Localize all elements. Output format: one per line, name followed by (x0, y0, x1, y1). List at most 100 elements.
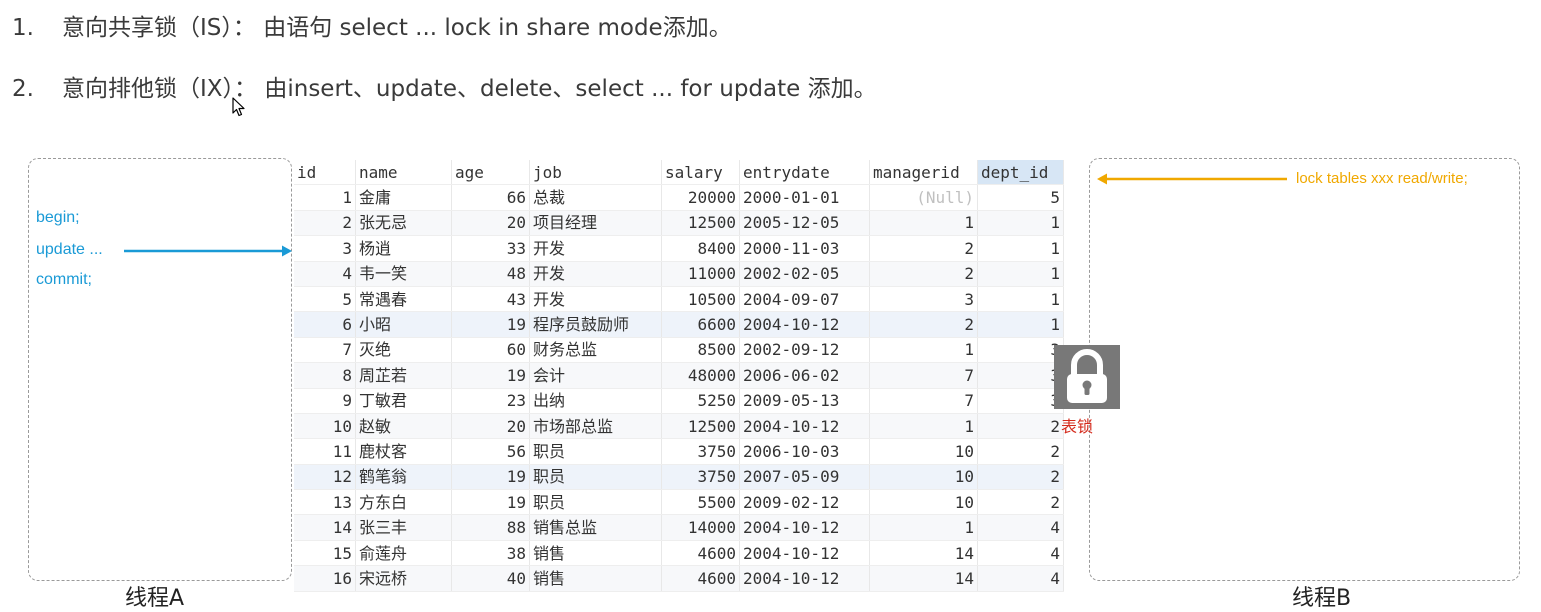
cell-id[interactable]: 12 (294, 464, 356, 491)
cell-age[interactable]: 20 (451, 210, 530, 237)
cell-dept-id[interactable]: 1 (977, 286, 1064, 313)
cell-age[interactable]: 19 (451, 464, 530, 491)
cell-entrydate[interactable]: 2004-10-12 (739, 514, 870, 541)
cell-entrydate[interactable]: 2004-09-07 (739, 286, 870, 313)
cell-managerid[interactable]: 1 (869, 210, 978, 237)
cell-entrydate[interactable]: 2005-12-05 (739, 210, 870, 237)
cell-entrydate[interactable]: 2004-10-12 (739, 565, 870, 592)
column-header-job[interactable]: job (529, 160, 662, 186)
cell-id[interactable]: 9 (294, 388, 356, 414)
cell-id[interactable]: 6 (294, 311, 356, 338)
cell-dept-id[interactable]: 4 (977, 565, 1064, 592)
cell-salary[interactable]: 20000 (661, 184, 740, 211)
cell-entrydate[interactable]: 2006-10-03 (739, 438, 870, 465)
cell-dept-id[interactable]: 3 (977, 388, 1064, 414)
cell-salary[interactable]: 8400 (661, 235, 740, 262)
cell-job[interactable]: 出纳 (529, 388, 662, 414)
cell-age[interactable]: 19 (451, 311, 530, 338)
cell-name[interactable]: 周芷若 (355, 362, 452, 389)
cell-entrydate[interactable]: 2009-02-12 (739, 489, 870, 516)
cell-age[interactable]: 19 (451, 362, 530, 389)
cell-name[interactable]: 张三丰 (355, 514, 452, 541)
cell-managerid[interactable]: (Null) (869, 184, 978, 211)
cell-age[interactable]: 19 (451, 489, 530, 516)
cell-age[interactable]: 48 (451, 261, 530, 287)
table-row[interactable]: 12 鹤笔翁 19 职员 3750 2007-05-09 10 2 (294, 464, 1064, 491)
cell-name[interactable]: 俞莲舟 (355, 540, 452, 567)
table-row[interactable]: 6 小昭 19 程序员鼓励师 6600 2004-10-12 2 1 (294, 311, 1064, 338)
cell-entrydate[interactable]: 2006-06-02 (739, 362, 870, 389)
cell-salary[interactable]: 10500 (661, 286, 740, 313)
cell-dept-id[interactable]: 1 (977, 261, 1064, 287)
cell-age[interactable]: 43 (451, 286, 530, 313)
cell-managerid[interactable]: 3 (869, 286, 978, 313)
cell-salary[interactable]: 6600 (661, 311, 740, 338)
cell-job[interactable]: 职员 (529, 464, 662, 491)
cell-managerid[interactable]: 1 (869, 337, 978, 364)
cell-managerid[interactable]: 14 (869, 565, 978, 592)
cell-dept-id[interactable]: 1 (977, 311, 1064, 338)
cell-age[interactable]: 23 (451, 388, 530, 414)
column-header-name[interactable]: name (355, 160, 452, 186)
cell-job[interactable]: 会计 (529, 362, 662, 389)
cell-entrydate[interactable]: 2004-10-12 (739, 540, 870, 567)
cell-dept-id[interactable]: 4 (977, 540, 1064, 567)
cell-salary[interactable]: 4600 (661, 540, 740, 567)
column-header-dept-id[interactable]: dept_id (977, 160, 1064, 186)
table-row[interactable]: 14 张三丰 88 销售总监 14000 2004-10-12 1 4 (294, 514, 1064, 541)
cell-salary[interactable]: 3750 (661, 464, 740, 491)
cell-id[interactable]: 10 (294, 413, 356, 440)
cell-managerid[interactable]: 1 (869, 514, 978, 541)
cell-entrydate[interactable]: 2002-09-12 (739, 337, 870, 364)
cell-job[interactable]: 职员 (529, 489, 662, 516)
cell-managerid[interactable]: 10 (869, 464, 978, 491)
table-row[interactable]: 2 张无忌 20 项目经理 12500 2005-12-05 1 1 (294, 210, 1064, 237)
cell-job[interactable]: 项目经理 (529, 210, 662, 237)
cell-entrydate[interactable]: 2004-10-12 (739, 413, 870, 440)
cell-name[interactable]: 鹿杖客 (355, 438, 452, 465)
cell-name[interactable]: 常遇春 (355, 286, 452, 313)
cell-managerid[interactable]: 7 (869, 362, 978, 389)
table-row[interactable]: 16 宋远桥 40 销售 4600 2004-10-12 14 4 (294, 565, 1064, 592)
cell-name[interactable]: 小昭 (355, 311, 452, 338)
cell-entrydate[interactable]: 2000-01-01 (739, 184, 870, 211)
table-row[interactable]: 5 常遇春 43 开发 10500 2004-09-07 3 1 (294, 286, 1064, 313)
cell-managerid[interactable]: 2 (869, 261, 978, 287)
cell-managerid[interactable]: 1 (869, 413, 978, 440)
cell-salary[interactable]: 5250 (661, 388, 740, 414)
column-header-salary[interactable]: salary (661, 160, 740, 186)
cell-name[interactable]: 宋远桥 (355, 565, 452, 592)
cell-dept-id[interactable]: 5 (977, 184, 1064, 211)
cell-salary[interactable]: 8500 (661, 337, 740, 364)
cell-managerid[interactable]: 7 (869, 388, 978, 414)
cell-salary[interactable]: 12500 (661, 210, 740, 237)
cell-salary[interactable]: 3750 (661, 438, 740, 465)
cell-salary[interactable]: 12500 (661, 413, 740, 440)
cell-job[interactable]: 销售总监 (529, 514, 662, 541)
table-row[interactable]: 11 鹿杖客 56 职员 3750 2006-10-03 10 2 (294, 438, 1064, 465)
cell-age[interactable]: 88 (451, 514, 530, 541)
cell-dept-id[interactable]: 2 (977, 464, 1064, 491)
table-row[interactable]: 3 杨逍 33 开发 8400 2000-11-03 2 1 (294, 235, 1064, 262)
cell-entrydate[interactable]: 2000-11-03 (739, 235, 870, 262)
cell-salary[interactable]: 4600 (661, 565, 740, 592)
cell-managerid[interactable]: 10 (869, 438, 978, 465)
cell-age[interactable]: 66 (451, 184, 530, 211)
cell-job[interactable]: 销售 (529, 565, 662, 592)
cell-salary[interactable]: 14000 (661, 514, 740, 541)
cell-id[interactable]: 14 (294, 514, 356, 541)
cell-entrydate[interactable]: 2004-10-12 (739, 311, 870, 338)
cell-dept-id[interactable]: 3 (977, 362, 1064, 389)
cell-salary[interactable]: 5500 (661, 489, 740, 516)
cell-job[interactable]: 销售 (529, 540, 662, 567)
cell-salary[interactable]: 11000 (661, 261, 740, 287)
cell-name[interactable]: 赵敏 (355, 413, 452, 440)
cell-age[interactable]: 33 (451, 235, 530, 262)
table-row[interactable]: 7灭绝60财务总监85002002-09-1213 (294, 337, 1064, 364)
cell-job[interactable]: 开发 (529, 286, 662, 313)
cell-managerid[interactable]: 14 (869, 540, 978, 567)
cell-dept-id[interactable]: 2 (977, 438, 1064, 465)
table-row[interactable]: 10 赵敏 20 市场部总监 12500 2004-10-12 1 2 (294, 413, 1064, 440)
cell-id[interactable]: 5 (294, 286, 356, 313)
cell-dept-id[interactable]: 1 (977, 235, 1064, 262)
